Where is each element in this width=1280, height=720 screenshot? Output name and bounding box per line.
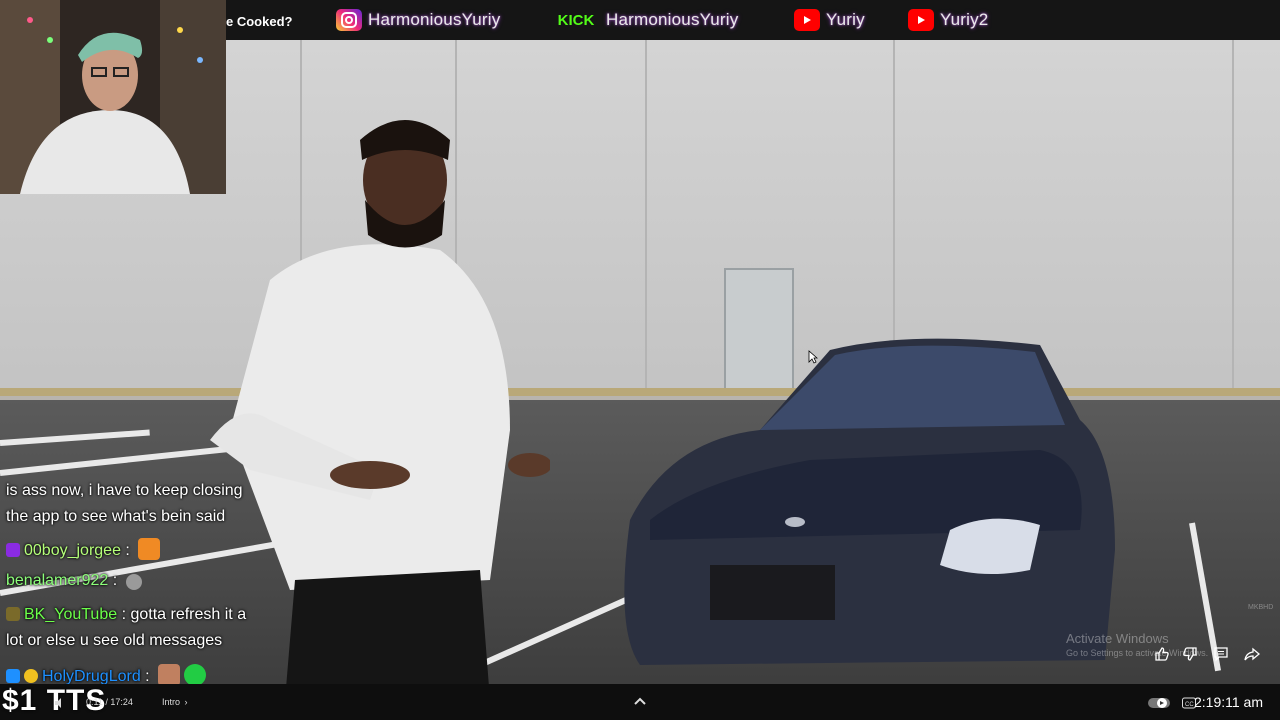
chevron-right-icon: ›: [184, 697, 188, 707]
share-icon[interactable]: [1242, 644, 1262, 664]
instagram-handle: HarmoniousYuriy: [368, 10, 501, 29]
dislike-icon[interactable]: [1180, 644, 1200, 664]
instagram-icon: [336, 9, 362, 31]
chat-separator: :: [140, 668, 155, 685]
chat-text: lot or else u see old messages: [6, 632, 223, 649]
youtube-icon: [794, 9, 820, 31]
time-display: 0:11 / 17:24: [86, 697, 133, 707]
comment-icon[interactable]: [1211, 644, 1231, 664]
kick-handle: HarmoniousYuriy: [606, 10, 739, 29]
chat-message: 00boy_jorgee :: [6, 538, 161, 560]
kick-icon: KICK: [557, 11, 595, 29]
social-youtube-2: Yuriy2: [908, 9, 988, 31]
system-clock: 2:19:11 am: [1194, 694, 1264, 710]
emote-icon: [184, 664, 207, 686]
badge-icon: [6, 607, 20, 621]
svg-text:CC: CC: [1185, 702, 1194, 708]
chat-separator: :: [117, 606, 131, 623]
chat-message: BK_YouTube : gotta refresh it a: [6, 606, 246, 624]
chat-separator: :: [108, 572, 122, 589]
chapter-button[interactable]: Intro ›: [162, 697, 188, 707]
volume-icon[interactable]: [54, 696, 66, 708]
badge-icon: [6, 669, 20, 683]
youtube-handle: Yuriy: [826, 10, 865, 29]
youtube-handle: Yuriy2: [940, 10, 989, 29]
autoplay-toggle[interactable]: [1148, 696, 1170, 708]
emote-icon: [138, 538, 161, 560]
subscriber-badge-icon: [6, 543, 20, 557]
chat-username: benalamer922: [6, 572, 109, 589]
chat-text: is ass now, i have to keep closing: [6, 482, 243, 499]
youtube-icon: [908, 9, 934, 31]
chat-message: is ass now, i have to keep closing: [6, 482, 243, 500]
social-kick: KICK HarmoniousYuriy: [552, 9, 739, 31]
stream-title: e Cooked?: [226, 14, 293, 29]
badge-icon: [24, 669, 38, 683]
webcam-overlay: [0, 0, 226, 194]
chat-username: 00boy_jorgee: [24, 542, 121, 559]
social-instagram: HarmoniousYuriy: [336, 9, 500, 31]
mouse-cursor-icon: [808, 350, 819, 364]
car-image: [624, 338, 1115, 665]
chat-message: benalamer922 :: [6, 572, 142, 590]
stream-top-bar: e Cooked? HarmoniousYuriy KICK Harmoniou…: [226, 0, 1280, 40]
chat-text: the app to see what's bein said: [6, 508, 226, 525]
emote-icon: [158, 664, 181, 686]
streamer-webcam-image: [0, 0, 226, 194]
chat-username: BK_YouTube: [24, 606, 118, 623]
chat-separator: :: [120, 542, 135, 559]
chat-overlay: is ass now, i have to keep closing the a…: [0, 476, 300, 686]
channel-watermark: MKBHD: [1248, 604, 1274, 611]
social-youtube-1: Yuriy: [794, 9, 865, 31]
like-icon[interactable]: [1152, 644, 1172, 664]
chat-message: lot or else u see old messages: [6, 632, 222, 650]
chat-message: the app to see what's bein said: [6, 508, 225, 526]
emote-icon: [125, 574, 142, 590]
chat-text: gotta refresh it a: [130, 606, 247, 623]
chevron-up-icon[interactable]: [632, 694, 648, 708]
chat-message: HolyDrugLord :: [6, 664, 207, 686]
chapter-label: Intro: [162, 697, 181, 707]
chat-username: HolyDrugLord: [42, 668, 141, 685]
wall-seam: [1232, 40, 1234, 420]
